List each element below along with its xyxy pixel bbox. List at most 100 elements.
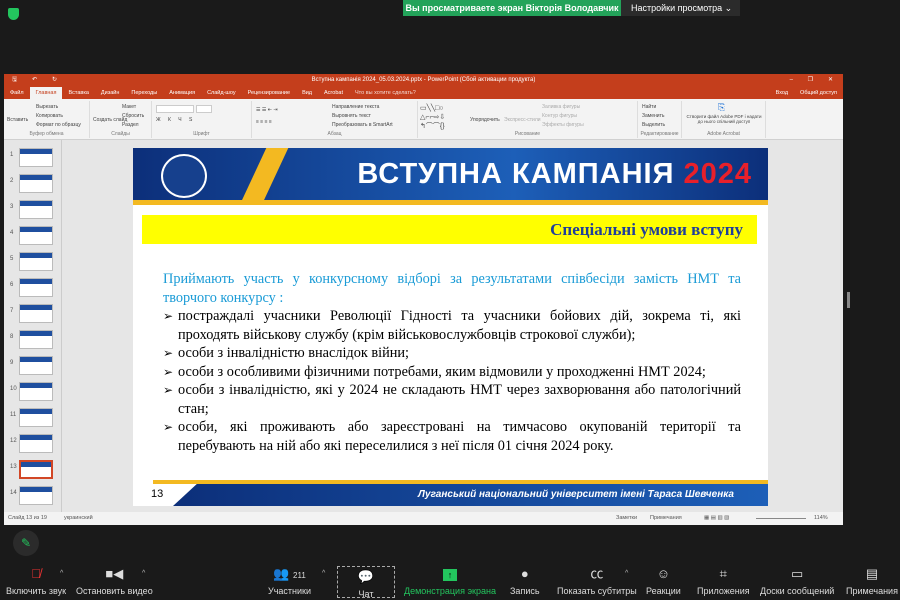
thumbnail-number: 7: [10, 308, 14, 314]
bullets-icon[interactable]: ☰ ☰ ⇤ ⇥: [256, 107, 278, 113]
record-button[interactable]: ● Запись: [510, 566, 540, 596]
apps-button[interactable]: ⌗ Приложения: [697, 566, 750, 596]
group-label: Буфер обмена: [29, 131, 64, 137]
find-button[interactable]: Найти: [642, 104, 656, 110]
slide-thumbnails-panel: 1 2 3 4 5 6 7 8 9 10 11 12 13 14: [4, 140, 62, 512]
annotate-pen-icon[interactable]: ✎: [13, 530, 39, 556]
create-pdf-button[interactable]: Створити файл Adobe PDF і надати до ньог…: [684, 114, 764, 124]
cut-button[interactable]: Вырезать: [36, 104, 58, 110]
tab-slideshow[interactable]: Слайд-шоу: [201, 87, 242, 99]
comments-button[interactable]: Примечания: [650, 512, 682, 525]
font-name-input[interactable]: [156, 105, 194, 113]
tab-animations[interactable]: Анимация: [163, 87, 201, 99]
thumbnail-preview: [19, 148, 53, 167]
view-buttons[interactable]: ▦ ▤ ▥ ▧: [704, 512, 729, 525]
tell-me-search[interactable]: Что вы хотите сделать?: [349, 87, 422, 99]
tab-view[interactable]: Вид: [296, 87, 318, 99]
language[interactable]: украинский: [64, 512, 93, 525]
replace-button[interactable]: Заменить: [642, 113, 664, 119]
reactions-button[interactable]: ☺ Реакции: [646, 566, 681, 596]
participants-button[interactable]: 👥 211 Участники: [268, 566, 311, 596]
bold-italic-underline-buttons[interactable]: Ж К Ч S: [156, 117, 195, 123]
tab-review[interactable]: Рецензирование: [242, 87, 296, 99]
slide-title: ВСТУПНА КАМПАНІЯ 2024: [357, 158, 752, 190]
shape-outline-button[interactable]: Контур фигуры: [542, 113, 577, 119]
chat-button[interactable]: 💬 Чат: [337, 566, 395, 599]
group-label: Шрифт: [193, 131, 210, 137]
thumbnail-number: 8: [10, 334, 14, 340]
thumbnail-preview: [19, 330, 53, 349]
section-button[interactable]: Раздел: [122, 122, 139, 128]
apps-icon: ⌗: [719, 566, 727, 581]
thumbnail-preview: [19, 408, 53, 427]
list-item: особи з інвалідністю, які у 2024 не скла…: [163, 381, 741, 418]
chevron-up-icon[interactable]: ^: [142, 570, 145, 577]
thumbnail-number: 13: [10, 464, 17, 470]
record-icon: ●: [520, 566, 529, 581]
notes-button[interactable]: Заметки: [616, 512, 637, 525]
tab-design[interactable]: Дизайн: [95, 87, 126, 99]
status-bar: Слайд 13 из 19 украинский Заметки Примеч…: [4, 512, 843, 525]
list-item: особи з особливими фізичними потребами, …: [163, 363, 741, 382]
select-button[interactable]: Выделить: [642, 122, 665, 128]
font-size-input[interactable]: [196, 105, 212, 113]
align-icon[interactable]: ≡ ≡ ≡ ≡: [256, 119, 272, 125]
title-bar: 🖫 ↶ ↻ Вступна кампанія 2024_05.03.2024.p…: [4, 74, 843, 87]
shape-fill-button[interactable]: Заливка фигуры: [542, 104, 580, 110]
lead-text: Приймають участь у конкурсному відборі з…: [163, 271, 741, 306]
slide-year: 2024: [683, 158, 752, 190]
zoom-level[interactable]: 114%: [814, 512, 828, 525]
thumbnail-number: 9: [10, 360, 14, 366]
maximize-icon[interactable]: ❐: [808, 74, 813, 87]
thumbnail-preview: [19, 304, 53, 323]
slides-group: Создать слайд Макет Сбросить Раздел Слай…: [90, 101, 152, 138]
view-settings-button[interactable]: Настройки просмотра ⌄: [621, 0, 740, 16]
reset-button[interactable]: Сбросить: [122, 113, 144, 119]
tab-transitions[interactable]: Переходы: [125, 87, 163, 99]
chevron-up-icon[interactable]: ^: [625, 570, 628, 577]
smartart-button[interactable]: Преобразовать в SmartArt: [332, 122, 393, 128]
signin-link[interactable]: Вход: [770, 87, 794, 99]
share-screen-button[interactable]: ↑ Демонстрация экрана: [404, 566, 496, 596]
tab-file[interactable]: Файл: [4, 87, 30, 99]
align-text-button[interactable]: Выровнять текст: [332, 113, 371, 119]
view-settings-label: Настройки просмотра: [631, 3, 723, 13]
layout-button[interactable]: Макет: [122, 104, 136, 110]
minimize-icon[interactable]: –: [790, 74, 793, 87]
thumbnail-number: 12: [10, 438, 17, 444]
ribbon: Вставить Вырезать Копировать Формат по о…: [4, 99, 843, 140]
text-direction-button[interactable]: Направление текста: [332, 104, 379, 110]
thumbnail-number: 4: [10, 230, 14, 236]
whiteboards-button[interactable]: ▭ Доски сообщений: [760, 566, 834, 596]
quick-styles-button[interactable]: Экспресс-стили: [504, 117, 541, 123]
notes-button[interactable]: ▤ Примечания: [846, 566, 898, 596]
chevron-up-icon[interactable]: ^: [322, 570, 325, 577]
scrollbar[interactable]: [847, 292, 850, 308]
close-icon[interactable]: ✕: [828, 74, 833, 87]
drawing-group: ▭╲╲□○ △⌐⌐⇨⇩ ↰⌒⌒{} Упорядочить Экспресс-сти…: [418, 101, 638, 138]
share-button[interactable]: Общий доступ: [794, 87, 843, 99]
footer-text: Луганський національний університет імен…: [418, 489, 734, 500]
meeting-toolbar: 🎙̸ Включить звук ^ ■◀ Остановить видео ^ 👥…: [0, 560, 900, 600]
format-painter-button[interactable]: Формат по образцу: [36, 122, 81, 128]
tab-home[interactable]: Главная: [29, 87, 63, 99]
subtitle-bar: Спеціальні умови вступу: [142, 215, 757, 244]
slide-body: Приймають участь у конкурсному відборі з…: [163, 270, 741, 455]
shape-effects-button[interactable]: Эффекты фигуры: [542, 122, 584, 128]
group-label: Рисование: [514, 131, 541, 137]
zoom-slider[interactable]: [756, 518, 806, 519]
slide-canvas[interactable]: ВСТУПНА КАМПАНІЯ 2024 Спеціальні умови в…: [133, 148, 768, 506]
chevron-up-icon[interactable]: ^: [60, 570, 63, 577]
encryption-shield-icon[interactable]: [8, 8, 19, 20]
pdf-share-icon: ⎘: [718, 102, 726, 112]
unmute-button[interactable]: 🎙̸ Включить звук: [6, 566, 66, 596]
whiteboard-icon: ▭: [790, 566, 804, 581]
copy-button[interactable]: Копировать: [36, 113, 63, 119]
arrange-button[interactable]: Упорядочить: [470, 117, 500, 123]
tab-acrobat[interactable]: Acrobat: [318, 87, 349, 99]
thumbnail-number: 10: [10, 386, 17, 392]
tab-insert[interactable]: Вставка: [62, 87, 94, 99]
paste-button[interactable]: Вставить: [7, 117, 28, 123]
share-screen-icon: ↑: [404, 566, 496, 582]
shapes-gallery[interactable]: ▭╲╲□○ △⌐⌐⇨⇩ ↰⌒⌒{}: [420, 104, 445, 131]
